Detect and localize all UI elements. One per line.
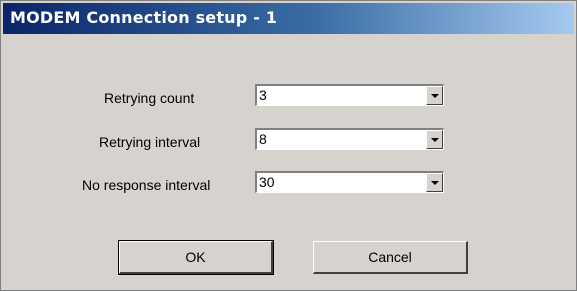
- ok-button[interactable]: OK: [118, 240, 274, 275]
- retrying-interval-label: Retrying interval: [99, 134, 201, 150]
- cancel-button[interactable]: Cancel: [313, 241, 468, 274]
- retrying-count-value: 3: [259, 87, 267, 103]
- chevron-down-icon: [431, 94, 439, 98]
- retrying-count-select[interactable]: 3: [255, 84, 444, 106]
- chevron-down-icon: [431, 138, 439, 142]
- window-title: MODEM Connection setup - 1: [10, 8, 278, 27]
- no-response-interval-select[interactable]: 30: [255, 171, 444, 193]
- retrying-interval-select[interactable]: 8: [255, 128, 444, 150]
- retrying-count-label: Retrying count: [104, 90, 195, 106]
- no-response-interval-dropdown-button[interactable]: [426, 173, 443, 192]
- retrying-count-dropdown-button[interactable]: [426, 86, 443, 105]
- retrying-interval-dropdown-button[interactable]: [426, 130, 443, 149]
- title-bar[interactable]: MODEM Connection setup - 1: [3, 3, 574, 34]
- no-response-interval-value: 30: [259, 174, 275, 190]
- modem-setup-dialog: MODEM Connection setup - 1 Retrying coun…: [0, 0, 577, 291]
- no-response-interval-label: No response interval: [82, 177, 211, 193]
- chevron-down-icon: [431, 181, 439, 185]
- retrying-interval-value: 8: [259, 131, 267, 147]
